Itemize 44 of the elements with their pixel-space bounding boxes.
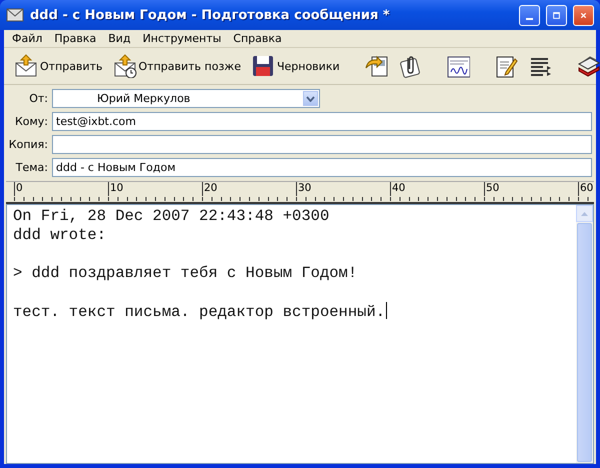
field-label: Копия: (8, 138, 48, 151)
menu-item[interactable]: Правка (48, 32, 102, 45)
envelope-clock-icon (112, 54, 137, 78)
minimize-button[interactable] (519, 4, 540, 26)
menu-item[interactable]: Инструменты (136, 32, 228, 45)
envelope-icon (14, 54, 38, 78)
window-title: ddd - с Новым Годом - Подготовка сообщения * (30, 8, 391, 22)
input-field[interactable] (52, 135, 592, 154)
ruler-label: 20 (202, 182, 296, 196)
menu-item[interactable]: Файл (6, 32, 48, 45)
ruler-label: 40 (390, 182, 484, 196)
field-label: От: (28, 92, 48, 105)
field-label: Тема: (14, 161, 48, 174)
sender-dropdown[interactable]: Юрий Меркулов (52, 89, 320, 108)
ruler-label: 50 (484, 182, 578, 196)
ruler-label: 30 (296, 182, 390, 196)
menu-item[interactable]: Вид (102, 32, 137, 45)
app-icon (6, 7, 24, 23)
field-label: Кому: (14, 115, 48, 128)
input-field[interactable]: ddd - с Новым Годом (52, 158, 592, 177)
scrollbar[interactable] (576, 205, 593, 463)
text-line: > ddd поздравляет тебя с Новым Годом! (13, 264, 358, 282)
paper-stack-icon (576, 54, 600, 78)
ruler-label: 0 (14, 182, 108, 196)
menu-item[interactable]: Справка (227, 32, 288, 45)
paperclip-icon (398, 54, 422, 78)
maximize-icon (553, 10, 560, 20)
text-cursor (386, 302, 388, 319)
minimize-icon (526, 18, 533, 20)
maximize-button[interactable] (546, 4, 567, 26)
text-line: On Fri, 28 Dec 2007 22:43:48 +0300 (13, 207, 330, 225)
ruler-label: 10 (108, 182, 202, 196)
notepad-pencil-icon (494, 54, 518, 78)
toolbar-button[interactable]: Отправить позже (108, 52, 245, 80)
toolbar-button[interactable]: Отправить (10, 52, 107, 80)
text-line: тест. текст письма. редактор встроенный. (13, 303, 386, 321)
toolbar-button[interactable]: Черновики (246, 52, 344, 80)
text-line: ddd wrote: (13, 226, 106, 244)
scroll-up-icon (581, 212, 588, 216)
input-field[interactable]: test@ixbt.com (52, 112, 592, 131)
ruler-label: 60 (578, 182, 594, 196)
close-button[interactable] (573, 4, 594, 26)
page-arrow-icon (364, 54, 388, 78)
signature-card-icon (446, 54, 470, 78)
